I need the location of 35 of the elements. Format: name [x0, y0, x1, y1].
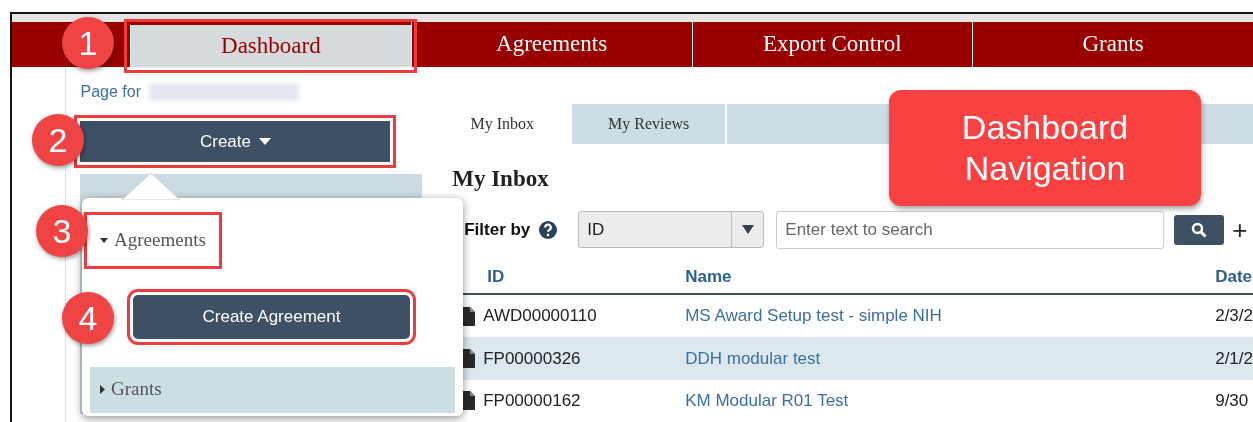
caret-icon: [741, 225, 754, 235]
table-cell-text: FP00000326: [483, 347, 581, 370]
step-number: 2: [32, 114, 84, 166]
filter-select[interactable]: ID: [578, 211, 765, 249]
record-link[interactable]: DDH modular test: [685, 348, 821, 368]
tab[interactable]: My Reviews: [572, 104, 728, 145]
nav-tab[interactable]: Export Control: [691, 22, 973, 67]
caret-icon: [100, 385, 105, 394]
tab[interactable]: My Inbox: [434, 104, 573, 145]
section-heading: My Inbox: [452, 165, 549, 194]
table-cell-text: AWD00000110: [483, 305, 597, 328]
caret-icon: [259, 138, 271, 145]
callout-label: Dashboard Navigation: [889, 90, 1201, 206]
add-button[interactable]: +: [1232, 216, 1248, 243]
step-number: 4: [62, 292, 114, 344]
table-cell-text: 2/1/2: [1215, 347, 1253, 370]
nav-tab[interactable]: Grants: [972, 22, 1253, 67]
search-field[interactable]: Enter text to search: [776, 210, 1165, 249]
record-link[interactable]: KM Modular R01 Test: [685, 391, 849, 411]
table-cell-text: 2/3/2: [1215, 305, 1253, 328]
column-header[interactable]: Name: [685, 264, 1216, 290]
caret-icon: [100, 237, 108, 243]
table-cell-text: 9/30: [1215, 390, 1249, 413]
page-for-label: Page for: [80, 82, 141, 102]
search-button[interactable]: [1174, 214, 1225, 245]
menu-section[interactable]: Grants: [90, 366, 455, 413]
table-cell-text: FP00000162: [483, 390, 581, 413]
step-number: 3: [36, 205, 88, 257]
record-link[interactable]: MS Award Setup test - simple NIH: [685, 306, 942, 326]
search-icon: [1191, 221, 1208, 238]
menu-section[interactable]: Agreements: [90, 218, 216, 263]
nav-tab[interactable]: Agreements: [410, 22, 692, 67]
column-header[interactable]: Date: [1215, 264, 1253, 290]
filter-label: Filter by: [464, 219, 531, 242]
help-icon[interactable]: [538, 219, 559, 240]
